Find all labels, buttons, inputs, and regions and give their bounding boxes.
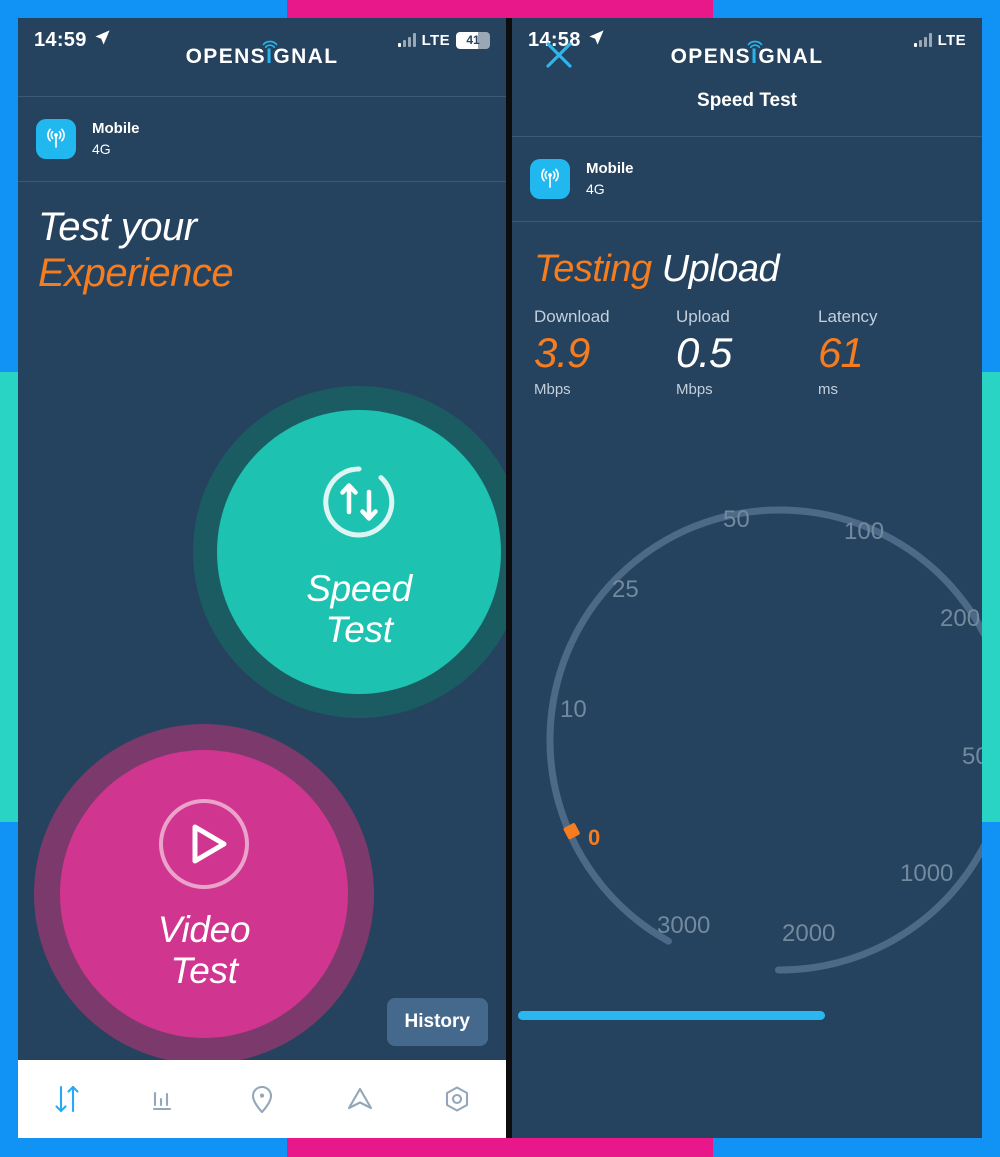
nav-item-coverage[interactable] xyxy=(232,1069,292,1129)
frame-strip-right-middle xyxy=(982,372,1000,824)
hero-line-2: Experience xyxy=(38,251,234,295)
test-state-label: Testing xyxy=(534,248,652,290)
right-brand-header: OPENS I GNAL xyxy=(512,18,982,96)
logo-letter-i: I xyxy=(262,40,278,69)
frame-strip-bottom-left xyxy=(0,1135,287,1157)
nav-item-navigate[interactable] xyxy=(330,1069,390,1129)
frame-strip-right-lower xyxy=(982,822,1000,1138)
nav-item-speed-test[interactable] xyxy=(37,1069,97,1129)
hero-heading: Test your Experience xyxy=(18,182,506,296)
metric-unit: ms xyxy=(818,381,838,399)
test-status-heading: Testing Upload xyxy=(512,222,982,291)
metric-unit: Mbps xyxy=(534,381,571,399)
frame-strip-left-middle xyxy=(0,372,18,824)
metric-download: Download 3.9 Mbps xyxy=(534,307,676,398)
gauge-tick-500: 500 xyxy=(962,743,982,770)
test-kind-label: Upload xyxy=(661,248,780,290)
close-icon[interactable] xyxy=(542,38,576,77)
right-phone-screen: 14:58 LTE OPENS I GNAL Speed Test Mobile… xyxy=(512,18,982,1138)
nav-item-stats[interactable] xyxy=(134,1069,194,1129)
gauge-arc xyxy=(546,506,982,974)
left-brand-header: OPENS I GNAL xyxy=(18,18,506,96)
gauge-tick-0: 0 xyxy=(588,825,601,850)
connection-tech: 4G xyxy=(92,140,111,157)
cell-tower-icon xyxy=(530,159,570,199)
connection-name: Mobile xyxy=(586,160,634,178)
connection-text: Mobile 4G xyxy=(92,119,140,158)
connection-tech: 4G xyxy=(586,180,605,197)
gauge-tick-25: 25 xyxy=(612,576,639,603)
frame-strip-right-upper xyxy=(982,18,1000,374)
opensignal-logo: OPENS I GNAL xyxy=(185,40,339,69)
gauge-tick-2000: 2000 xyxy=(782,920,836,947)
video-test-label-line1: Video xyxy=(157,908,251,950)
test-progress-bar xyxy=(518,1011,976,1020)
frame-strip-left-lower xyxy=(0,822,18,1138)
metric-latency: Latency 61 ms xyxy=(818,307,960,398)
nav-item-settings[interactable] xyxy=(427,1069,487,1129)
video-test-button[interactable]: Video Test xyxy=(60,750,348,1038)
logo-letter-i: I xyxy=(747,40,763,69)
frame-strip-bottom-right xyxy=(713,1135,1000,1157)
gauge-tick-10: 10 xyxy=(560,696,587,723)
frame-strip-bottom-center xyxy=(287,1135,713,1157)
gauge-tick-3000: 3000 xyxy=(657,912,711,939)
frame-strip-left-upper xyxy=(0,18,18,374)
metric-label: Upload xyxy=(676,307,730,326)
test-progress-fill xyxy=(518,1011,825,1020)
opensignal-logo: OPENS I GNAL xyxy=(670,40,824,69)
speed-test-label-line1: Speed xyxy=(306,567,412,609)
left-phone-screen: 14:59 LTE 41 OPENS I GNAL Mobile 4G Test… xyxy=(18,18,506,1138)
speed-gauge-arrows-icon xyxy=(311,454,407,555)
metric-value: 61 xyxy=(818,329,864,376)
screenshot-root: 14:59 LTE 41 OPENS I GNAL Mobile 4G Test… xyxy=(0,0,1000,1157)
right-connection-row[interactable]: Mobile 4G xyxy=(512,137,982,221)
play-circle-icon xyxy=(157,797,251,896)
metric-upload: Upload 0.5 Mbps xyxy=(676,307,818,398)
gauge-tick-1000: 1000 xyxy=(900,860,954,887)
battery-percent-label: 41 xyxy=(466,33,480,47)
logo-text-prefix: OPENS xyxy=(670,45,752,68)
history-button[interactable]: History xyxy=(386,998,488,1046)
signal-wave-icon xyxy=(747,32,763,56)
connection-name: Mobile xyxy=(92,120,140,138)
logo-text-prefix: OPENS xyxy=(185,45,267,68)
gauge-tick-100: 100 xyxy=(844,518,885,545)
cell-tower-icon xyxy=(36,119,76,159)
video-test-label-line2: Test xyxy=(170,949,238,991)
metric-value: 0.5 xyxy=(676,329,732,376)
metric-value: 3.9 xyxy=(534,329,590,376)
speed-gauge: 0 10 25 50 100 200 500 1000 2000 3000 xyxy=(512,488,982,1008)
metrics-row: Download 3.9 Mbps Upload 0.5 Mbps Latenc… xyxy=(512,291,982,398)
battery-icon: 41 xyxy=(456,31,490,49)
logo-text-suffix: GNAL xyxy=(273,45,339,68)
bottom-navigation-bar xyxy=(18,1060,506,1138)
speed-test-label-line2: Test xyxy=(325,608,393,650)
hero-line-1: Test your xyxy=(38,205,197,249)
gauge-tick-50: 50 xyxy=(723,506,750,533)
left-connection-row[interactable]: Mobile 4G xyxy=(18,97,506,181)
connection-text: Mobile 4G xyxy=(586,159,634,198)
metric-label: Download xyxy=(534,307,610,326)
logo-text-suffix: GNAL xyxy=(758,45,824,68)
metric-label: Latency xyxy=(818,307,878,326)
metric-unit: Mbps xyxy=(676,381,713,399)
signal-wave-icon xyxy=(262,32,278,56)
gauge-tick-200: 200 xyxy=(940,605,981,632)
speed-test-button[interactable]: Speed Test xyxy=(217,410,501,694)
